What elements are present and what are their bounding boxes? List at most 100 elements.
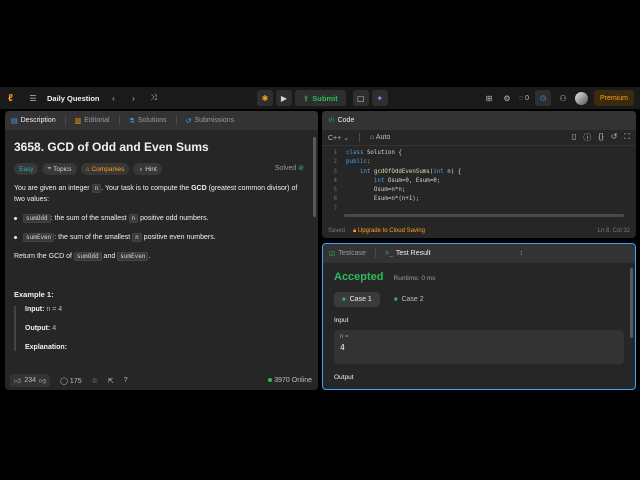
result-tabs: ☑ Testcase >_ Test Result ↕ xyxy=(323,244,635,263)
settings-icon[interactable]: ⚙ xyxy=(501,94,513,103)
check-circle-icon: ⊘ xyxy=(298,165,304,172)
test-result-panel: ☑ Testcase >_ Test Result ↕ Accepted Runti… xyxy=(322,243,636,390)
topics-tag[interactable]: ⌖ Topics xyxy=(42,163,77,175)
premium-button[interactable]: Premium xyxy=(593,90,634,106)
difficulty-tag: Easy xyxy=(14,163,39,175)
tab-description[interactable]: ▤ Description xyxy=(11,117,56,125)
next-problem-icon[interactable]: › xyxy=(128,94,140,103)
runtime-text: Runtime: 0 ms xyxy=(393,275,436,282)
result-scrollbar[interactable] xyxy=(630,268,633,338)
description-tabs: ▤ Description ▥ Editorial ⚗ Solutions ↺ Subm… xyxy=(5,111,318,130)
star-icon[interactable]: ☆ xyxy=(92,377,98,385)
input-section-label: Input xyxy=(334,317,349,324)
list-item: sumEven: the sum of the smallest n posit… xyxy=(14,232,309,243)
stopwatch-icon: ◷ xyxy=(539,95,547,102)
code-line: 3 int gcdOfOddEvenSums(int n) { xyxy=(333,168,462,175)
code-editor[interactable]: 1 class Solution { 2 public: 3 int gcdOfOd… xyxy=(322,146,636,217)
tag-icon: ⌖ xyxy=(47,165,52,172)
example-title: Example 1: xyxy=(14,290,54,299)
code-icon: ‹/› xyxy=(328,117,335,124)
example-box: Input: n = 4 Output: 4 Explanation: xyxy=(14,306,309,351)
language-select[interactable]: C++ ⌄ xyxy=(328,134,349,142)
run-button[interactable]: ▶ xyxy=(276,90,292,106)
upgrade-link[interactable]: 🔒︎ Upgrade to Cloud Saving xyxy=(353,228,425,235)
tab-testcase[interactable]: ☑ Testcase xyxy=(329,250,366,258)
notes-button[interactable]: ▢ xyxy=(352,90,369,106)
tab-solutions[interactable]: ⚗ Solutions xyxy=(129,117,167,125)
bookmark-icon[interactable]: ▯ xyxy=(572,132,576,143)
code-line: 2 public: xyxy=(333,159,371,166)
sparkle-icon: ✦ xyxy=(376,93,384,103)
description-scrollbar[interactable] xyxy=(313,137,316,217)
leetcode-logo-icon[interactable]: ℓ xyxy=(8,93,19,104)
input-box: n = 4 xyxy=(334,330,624,364)
code-toolbar-actions: ▯ ⓘ {} ↺ ⛶ xyxy=(572,132,630,143)
comments-button[interactable]: ◯ 175 xyxy=(60,377,81,385)
comment-icon: ◯ xyxy=(60,377,68,385)
lock-icon: ⌂ xyxy=(85,165,90,173)
braces-icon[interactable]: {} xyxy=(598,132,603,143)
upload-icon: ⇪ xyxy=(303,93,310,103)
solved-badge: Solved ⊘ xyxy=(274,165,304,172)
code-hscrollbar[interactable] xyxy=(344,214,624,217)
terminal-icon: >_ xyxy=(384,250,393,257)
lock-icon: ⌂ xyxy=(370,134,375,141)
like-dislike-group: 👍︎ 234 👎︎ xyxy=(10,374,51,387)
code-line: 5 Osum=n*n; xyxy=(333,187,406,194)
document-icon: ▤ xyxy=(11,117,18,125)
tab-editorial[interactable]: ▥ Editorial xyxy=(75,117,110,125)
case-2-tab[interactable]: ■ Case 2 xyxy=(386,292,432,307)
code-status-bar: Saved 🔒︎ Upgrade to Cloud Saving Ln 8, C… xyxy=(328,227,630,235)
reset-icon[interactable]: ↺ xyxy=(611,132,618,143)
code-line: 1 class Solution { xyxy=(333,150,402,156)
fullscreen-icon[interactable]: ⛶ xyxy=(624,132,630,143)
lock-icon: 🔒︎ xyxy=(353,227,357,234)
daily-question-link[interactable]: Daily Question xyxy=(47,94,100,103)
flame-icon: ◌ xyxy=(518,94,524,102)
companies-tag[interactable]: ⌂ Companies xyxy=(80,163,130,175)
page-title: 3658. GCD of Odd and Even Sums xyxy=(14,140,209,154)
streak-counter[interactable]: ◌ 0 xyxy=(519,95,529,102)
bug-icon: ✱ xyxy=(261,93,269,103)
code-tabs: ‹/› Code xyxy=(322,111,636,130)
avatar[interactable] xyxy=(574,91,588,105)
code-line: 6 Esum=n*(n+1); xyxy=(333,196,420,203)
share-icon[interactable]: ⇱ xyxy=(108,377,114,385)
check-icon: ■ xyxy=(393,296,398,303)
case-1-tab[interactable]: ■ Case 1 xyxy=(334,292,380,307)
thumbs-down-icon[interactable]: 👎︎ xyxy=(39,376,46,385)
flask-icon: ⚗ xyxy=(128,117,135,125)
auto-mode-toggle[interactable]: ⌂ Auto xyxy=(370,134,390,141)
description-footer: 👍︎ 234 👎︎ ◯ 175 ☆ ⇱ ? 3970 Online xyxy=(5,371,318,390)
checkbox-icon: ☑ xyxy=(329,250,336,258)
shuffle-icon[interactable]: ⤨ xyxy=(148,93,160,103)
debug-button[interactable]: ✱ xyxy=(257,90,273,106)
timer-button[interactable]: ◷ xyxy=(534,90,551,106)
list-item: sumOdd: the sum of the smallest n positi… xyxy=(14,213,309,224)
cursor-position: Ln 8, Col 32 xyxy=(597,228,630,234)
submit-button[interactable]: ⇪ Submit xyxy=(295,90,346,106)
help-icon[interactable]: ? xyxy=(124,377,128,384)
code-panel: ‹/› Code C++ ⌄ ⌂ Auto ▯ ⓘ {} ↺ ⛶ 1 class S… xyxy=(322,111,636,238)
play-icon: ▶ xyxy=(280,93,288,103)
hint-tag[interactable]: ♁ Hint xyxy=(133,163,162,175)
prev-problem-icon[interactable]: ‹ xyxy=(108,94,120,103)
tab-submissions[interactable]: ↺ Submissions xyxy=(186,117,235,125)
problem-statement: You are given an integer n. Your task is… xyxy=(14,184,298,203)
status-badge: Accepted xyxy=(334,271,384,283)
tab-code[interactable]: ‹/› Code xyxy=(328,117,354,124)
thumbs-up-icon[interactable]: 👍︎ xyxy=(14,376,21,385)
tab-test-result[interactable]: >_ Test Result xyxy=(385,250,431,257)
online-count: 3970 Online xyxy=(268,377,312,384)
resize-handle-icon[interactable]: ↕ xyxy=(520,250,524,257)
problem-list-icon[interactable]: ☰ xyxy=(27,94,39,103)
info-icon[interactable]: ⓘ xyxy=(583,132,591,143)
book-icon: ▥ xyxy=(74,117,82,125)
history-icon: ↺ xyxy=(185,117,192,125)
ai-assistant-button[interactable]: ✦ xyxy=(371,90,388,106)
chevron-down-icon: ⌄ xyxy=(343,134,350,142)
add-friend-icon[interactable]: ⚇ xyxy=(557,94,569,103)
return-statement: Return the GCD of sumOdd and sumEven. xyxy=(14,252,151,261)
layout-icon[interactable]: ⊞ xyxy=(483,94,495,103)
code-line: 4 int Osum=0, Esum=0; xyxy=(333,177,441,184)
